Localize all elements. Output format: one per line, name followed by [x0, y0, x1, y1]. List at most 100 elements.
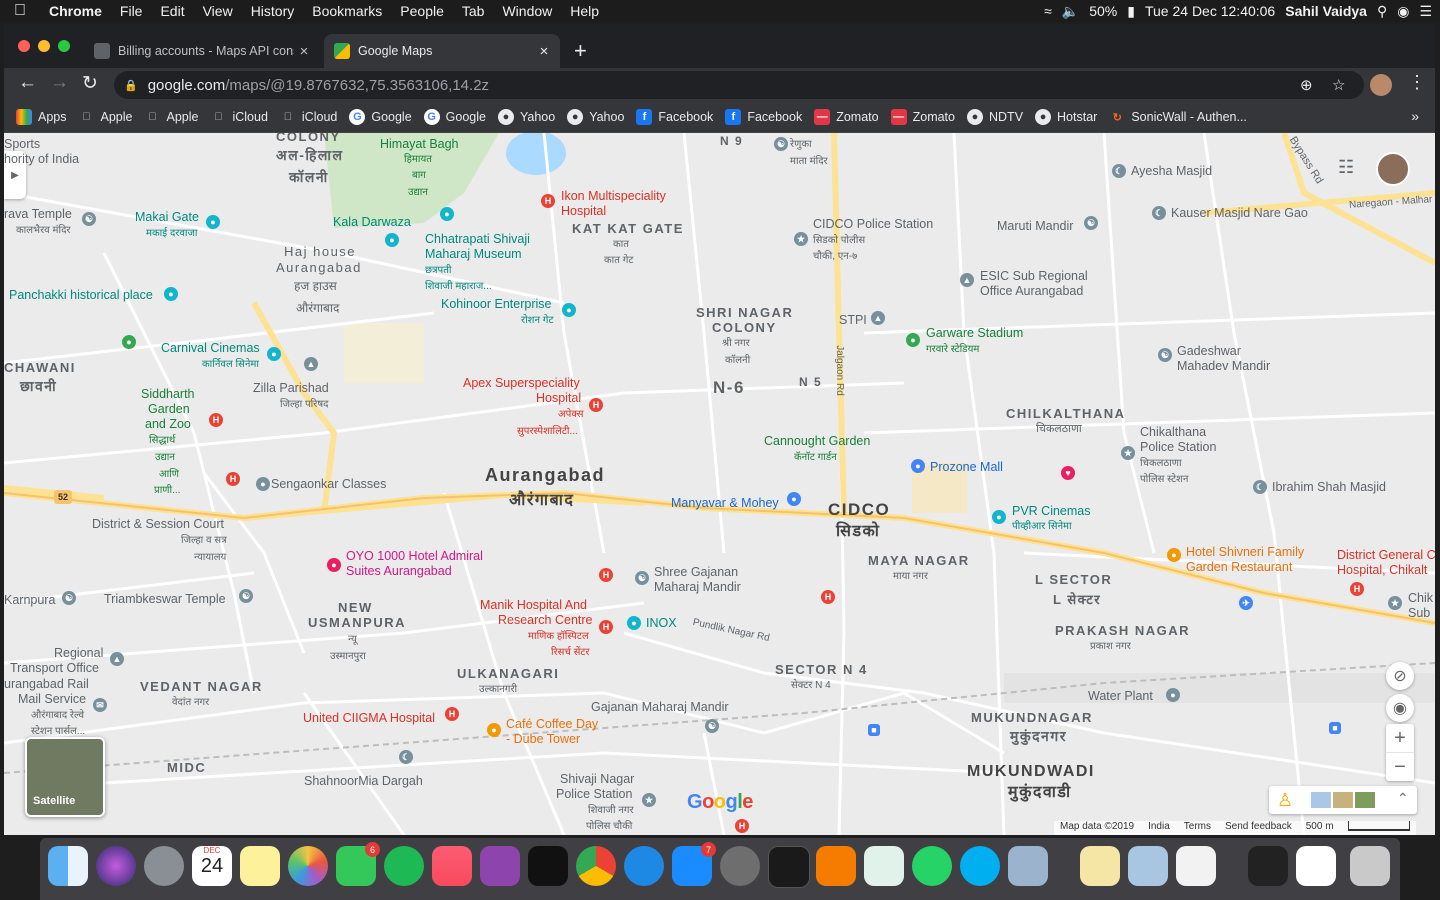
map-label[interactable]: Gajanan Maharaj Mandir: [591, 700, 729, 715]
map-label[interactable]: Hospital: [536, 391, 581, 406]
map-label[interactable]: Manyavar & Mohey: [671, 496, 779, 511]
map-label[interactable]: OYO 1000 Hotel Admiral: [346, 549, 483, 564]
satellite-layer-toggle[interactable]: Satellite: [25, 737, 105, 817]
menu-window[interactable]: Window: [493, 3, 561, 19]
imagery-thumb[interactable]: [1355, 792, 1375, 808]
map-label[interactable]: Regional: [54, 646, 103, 661]
airport-icon[interactable]: ✈: [1239, 596, 1253, 610]
preview-icon[interactable]: [1008, 846, 1048, 886]
map-label[interactable]: Carnival Cinemas: [161, 341, 260, 356]
map-label[interactable]: Chhatrapati Shivaji: [425, 232, 530, 247]
spotlight-search-icon[interactable]: ⚲: [1377, 3, 1387, 20]
cinema-icon[interactable]: ●: [267, 347, 281, 361]
safari-icon[interactable]: [624, 846, 664, 886]
compass-icon[interactable]: ⊘: [1386, 662, 1414, 690]
map-label[interactable]: Kala Darwaza: [333, 215, 411, 230]
expand-chevron-icon[interactable]: ⌃: [1397, 790, 1409, 807]
water-icon[interactable]: ●: [1166, 688, 1180, 702]
bookmark-star-icon[interactable]: ☆: [1332, 76, 1345, 94]
restaurant-icon[interactable]: ●: [1167, 548, 1181, 562]
map-label[interactable]: STPI: [839, 313, 867, 328]
maps-icon[interactable]: [864, 846, 904, 886]
spotify-icon[interactable]: [384, 846, 424, 886]
terms-link[interactable]: Terms: [1184, 821, 1211, 835]
map-label[interactable]: Ikon Multispeciality: [561, 189, 666, 204]
map-label[interactable]: Triambkeswar Temple: [104, 592, 226, 607]
finder-icon[interactable]: [48, 846, 88, 886]
bookmark-google[interactable]: G Google: [423, 109, 486, 125]
hospital-icon[interactable]: H: [589, 398, 603, 412]
bookmark-sonicwall[interactable]: ↻ SonicWall - Authen...: [1109, 109, 1247, 125]
map-label[interactable]: Makai Gate: [135, 210, 199, 225]
bookmark-icloud[interactable]:  iCloud: [210, 109, 268, 125]
shopping-icon[interactable]: ●: [787, 492, 801, 506]
chrome-menu-icon[interactable]: ⋮: [1408, 72, 1426, 93]
temple-icon[interactable]: ☯: [774, 137, 788, 151]
map-label[interactable]: माता मंदिर: [790, 154, 828, 169]
siri-icon[interactable]: ◉: [1397, 3, 1409, 20]
calendar-icon[interactable]: DEC 24: [192, 846, 232, 886]
tab-billing-accounts[interactable]: Billing accounts - Maps API cons ×: [84, 34, 320, 68]
sublime-text-icon[interactable]: [816, 846, 856, 886]
map-label[interactable]: District & Session Court: [92, 517, 224, 532]
temple-icon[interactable]: ☯: [705, 719, 719, 733]
map-label[interactable]: Police Station: [556, 787, 632, 802]
bookmark-yahoo[interactable]: ● Yahoo: [497, 109, 555, 125]
map-label[interactable]: Garware Stadium: [926, 326, 1023, 341]
pegman-icon[interactable]: ♙: [1277, 790, 1293, 811]
map-label[interactable]: Hospital, Chikalt: [1337, 563, 1427, 578]
skype-icon[interactable]: [960, 846, 1000, 886]
map-label[interactable]: Prozone Mall: [930, 460, 1003, 475]
chrome-window-thumbnail[interactable]: [1248, 846, 1288, 886]
cafe-icon[interactable]: ●: [487, 723, 501, 737]
menu-view[interactable]: View: [194, 3, 242, 19]
scale-label[interactable]: 500 m: [1306, 821, 1334, 835]
bookmark-hotstar[interactable]: ● Hotstar: [1035, 109, 1097, 125]
map-label[interactable]: Sub: [1408, 606, 1430, 621]
zoom-window-button[interactable]: [58, 40, 70, 52]
hospital-icon[interactable]: H: [1350, 582, 1364, 596]
hospital-icon[interactable]: H: [735, 819, 749, 833]
map-label[interactable]: INOX: [646, 616, 677, 631]
police-icon[interactable]: ★: [1388, 596, 1402, 610]
landmark-icon[interactable]: ●: [164, 287, 178, 301]
wifi-icon[interactable]: ≈: [1044, 3, 1052, 19]
map-label[interactable]: Zilla Parishad: [253, 381, 329, 396]
document-icon[interactable]: [1176, 846, 1216, 886]
battery-percent[interactable]: 50%: [1089, 3, 1117, 19]
hospital-icon[interactable]: H: [599, 568, 613, 582]
map-label[interactable]: Water Plant: [1088, 689, 1153, 704]
government-icon[interactable]: ▲: [304, 357, 318, 371]
temple-icon[interactable]: ☯: [239, 589, 253, 603]
bus-icon[interactable]: ■: [1329, 722, 1341, 734]
clock[interactable]: Tue 24 Dec 12:40:06: [1145, 3, 1275, 19]
menu-app[interactable]: Chrome: [40, 3, 111, 19]
stadium-icon[interactable]: ●: [906, 333, 920, 347]
map-label[interactable]: Hotel Shivneri Family: [1186, 545, 1304, 560]
temple-icon[interactable]: ☯: [82, 212, 96, 226]
region-link[interactable]: India: [1148, 821, 1170, 835]
tab-google-maps[interactable]: Google Maps ×: [324, 34, 560, 68]
menu-edit[interactable]: Edit: [151, 3, 193, 19]
police-icon[interactable]: ★: [642, 793, 656, 807]
reload-icon[interactable]: ↻: [82, 72, 98, 95]
bookmark-yahoo[interactable]: ● Yahoo: [567, 109, 624, 125]
map-label[interactable]: Chik: [1408, 591, 1433, 606]
volume-icon[interactable]: 🔈: [1062, 3, 1079, 20]
imagery-thumb[interactable]: [1311, 792, 1331, 808]
minimize-window-button[interactable]: [38, 40, 50, 52]
photos-icon[interactable]: [288, 846, 328, 886]
hospital-icon[interactable]: H: [226, 472, 240, 486]
temple-icon[interactable]: ☯: [1158, 348, 1172, 362]
cinema-icon[interactable]: ●: [627, 616, 641, 630]
profile-avatar[interactable]: [1370, 74, 1392, 96]
hospital-icon[interactable]: H: [541, 194, 555, 208]
map-label[interactable]: United CIIGMA Hospital: [303, 711, 435, 726]
landmark-icon[interactable]: ●: [440, 207, 454, 221]
google-apps-grid-icon[interactable]: ☷: [1338, 157, 1354, 178]
menu-file[interactable]: File: [111, 3, 152, 19]
bookmark-apps[interactable]: Apps: [16, 109, 67, 125]
mosque-icon[interactable]: ☾: [399, 750, 413, 764]
museum-icon[interactable]: ●: [385, 233, 399, 247]
trash-icon[interactable]: [1350, 846, 1390, 886]
